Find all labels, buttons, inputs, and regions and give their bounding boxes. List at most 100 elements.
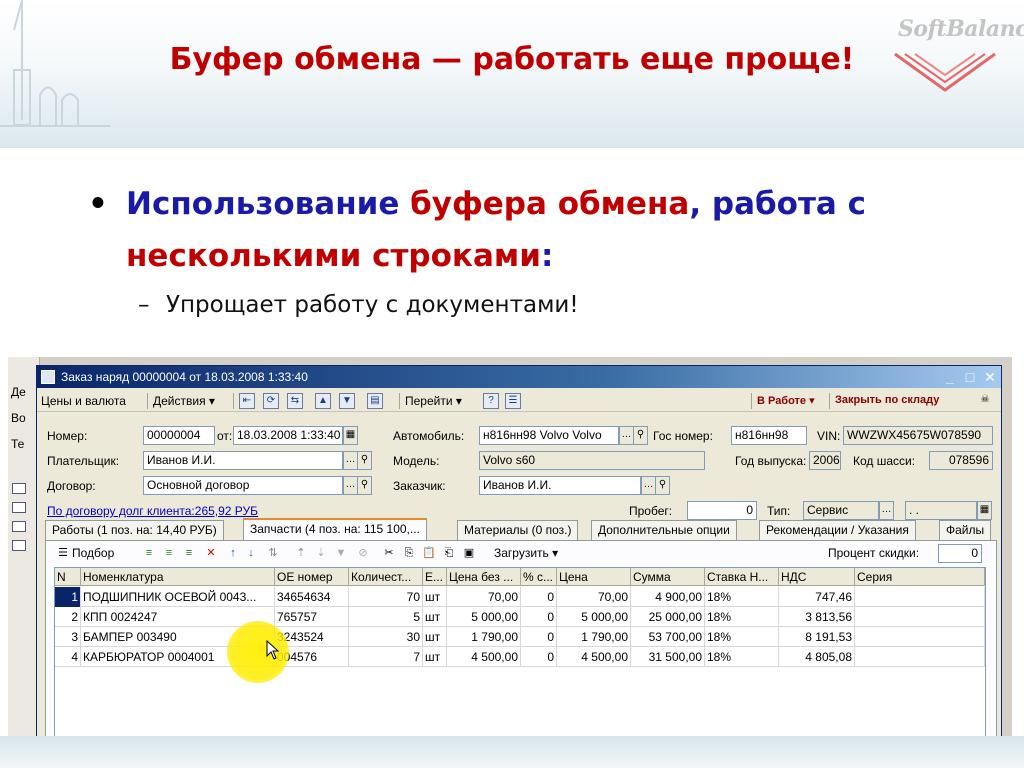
cell-price[interactable]: 5 000,00 xyxy=(557,607,631,627)
table-row[interactable]: 1 ПОДШИПНИК ОСЕВОЙ 0043... 34654634 70 шт 70,… xyxy=(55,587,985,607)
cell-series[interactable] xyxy=(855,647,985,667)
post-icon[interactable]: ▲ xyxy=(315,393,331,409)
cell-discount[interactable]: 0 xyxy=(521,627,557,647)
col-vat-rate[interactable]: Ставка Н... xyxy=(705,568,779,586)
col-series[interactable]: Серия xyxy=(855,568,985,586)
cut-icon[interactable]: ✂ xyxy=(382,546,396,560)
cell-discount[interactable]: 0 xyxy=(521,647,557,667)
select-button[interactable]: … xyxy=(879,501,894,520)
cell-vat[interactable]: 747,46 xyxy=(779,587,855,607)
tab-files[interactable]: Файлы xyxy=(939,520,992,540)
select-button[interactable]: … xyxy=(343,476,358,495)
cell-qty[interactable]: 7 xyxy=(349,647,423,667)
car-field[interactable]: н816нн98 Volvo Volvo xyxy=(479,426,619,445)
table-row[interactable]: 3 БАМПЕР 003490 3243524 30 шт 1 790,00 0 1 790,… xyxy=(55,627,985,647)
cell-vat-rate[interactable]: 18% xyxy=(705,587,779,607)
col-discount[interactable]: % с... xyxy=(521,568,557,586)
cell-vat-rate[interactable]: 18% xyxy=(705,647,779,667)
sort-asc-icon[interactable]: ⇡ xyxy=(294,546,308,560)
cell-vat[interactable]: 4 805,08 xyxy=(779,647,855,667)
edit-row-icon[interactable]: ≡ xyxy=(182,546,196,560)
cell-price-wo[interactable]: 5 000,00 xyxy=(447,607,521,627)
cell-vat[interactable]: 3 813,56 xyxy=(779,607,855,627)
cell-sum[interactable]: 53 700,00 xyxy=(631,627,705,647)
search-icon[interactable]: ⚲ xyxy=(655,476,670,495)
paste-icon[interactable]: 📋 xyxy=(422,546,436,560)
vin-field[interactable]: WWZWX45675W078590 xyxy=(843,426,993,445)
select-button[interactable]: … xyxy=(641,476,656,495)
cell-sum[interactable]: 4 900,00 xyxy=(631,587,705,607)
model-field[interactable]: Volvo s60 xyxy=(479,451,705,470)
cell-series[interactable] xyxy=(855,607,985,627)
cell-n[interactable]: 4 xyxy=(55,647,81,667)
search-icon[interactable]: ⚲ xyxy=(357,451,372,470)
gos-field[interactable]: н816нн98 xyxy=(731,426,807,445)
copy-row-icon[interactable]: ≡ xyxy=(162,546,176,560)
cell-price[interactable]: 4 500,00 xyxy=(557,647,631,667)
cell-qty[interactable]: 30 xyxy=(349,627,423,647)
cell-vat[interactable]: 8 191,53 xyxy=(779,627,855,647)
customer-field[interactable]: Иванов И.И. xyxy=(479,476,641,495)
cell-oe[interactable]: 765757 xyxy=(275,607,349,627)
search-icon[interactable]: ⚲ xyxy=(357,476,372,495)
clear-filter-icon[interactable]: ⊘ xyxy=(356,546,370,560)
cell-discount[interactable]: 0 xyxy=(521,607,557,627)
col-qty[interactable]: Количест... xyxy=(349,568,423,586)
contract-field[interactable]: Основной договор xyxy=(143,476,343,495)
table-row[interactable]: 4 КАРБЮРАТОР 0004001 004576 7 шт 4 500,00 0 4 5… xyxy=(55,647,985,667)
cell-series[interactable] xyxy=(855,587,985,607)
cell-oe[interactable]: 34654634 xyxy=(275,587,349,607)
col-n[interactable]: N xyxy=(55,568,81,586)
paste-special-icon[interactable]: ⎗ xyxy=(442,546,456,560)
status-menu[interactable]: В Работе ▾ xyxy=(757,394,815,407)
copy-icon[interactable]: ⇆ xyxy=(287,393,303,409)
prices-menu[interactable]: Цены и валюта xyxy=(41,394,126,408)
year-field[interactable]: 2006 xyxy=(809,451,841,470)
structure-icon[interactable]: ☰ xyxy=(505,393,521,409)
col-vat[interactable]: НДС xyxy=(779,568,855,586)
close-stock-button[interactable]: Закрыть по складу xyxy=(835,394,939,406)
select-button[interactable]: … xyxy=(343,451,358,470)
cell-unit[interactable]: шт xyxy=(423,587,447,607)
cell-price-wo[interactable]: 70,00 xyxy=(447,587,521,607)
tab-works[interactable]: Работы (1 поз. на: 14,40 РУБ) xyxy=(45,520,224,540)
print-icon[interactable]: ▤ xyxy=(367,393,383,409)
sort-desc-icon[interactable]: ⇣ xyxy=(314,546,328,560)
chassis-field[interactable]: 078596 xyxy=(929,451,993,470)
filter-icon[interactable]: ▼ xyxy=(334,546,348,560)
cell-price-wo[interactable]: 1 790,00 xyxy=(447,627,521,647)
move-up-icon[interactable]: ↑ xyxy=(226,546,240,560)
discount-field[interactable]: 0 xyxy=(938,544,982,563)
search-icon[interactable]: ⚲ xyxy=(633,426,648,445)
move-down-icon[interactable]: ↓ xyxy=(244,546,258,560)
add-row-icon[interactable]: ≡ xyxy=(142,546,156,560)
cell-n[interactable]: 2 xyxy=(55,607,81,627)
doc-icon[interactable] xyxy=(12,502,26,513)
close-icon[interactable]: ✕ xyxy=(981,368,999,386)
tab-materials[interactable]: Материалы (0 поз.) xyxy=(457,520,579,540)
doc-icon[interactable] xyxy=(12,483,26,494)
cell-price-wo[interactable]: 4 500,00 xyxy=(447,647,521,667)
load-menu[interactable]: Загрузить ▾ xyxy=(494,546,558,560)
new-doc-icon[interactable]: ⇤ xyxy=(239,393,255,409)
copy-icon[interactable]: ⎘ xyxy=(402,546,416,560)
cell-unit[interactable]: шт xyxy=(423,627,447,647)
cell-sum[interactable]: 31 500,00 xyxy=(631,647,705,667)
refresh-icon[interactable]: ⟳ xyxy=(263,393,279,409)
cell-qty[interactable]: 70 xyxy=(349,587,423,607)
cell-unit[interactable]: шт xyxy=(423,607,447,627)
calendar-icon[interactable]: ▦ xyxy=(977,501,992,520)
pick-button[interactable]: Подбор xyxy=(72,546,114,560)
debt-link[interactable]: По договору долг клиента:265,92 РУБ xyxy=(47,504,258,518)
sort-icon[interactable]: ⇅ xyxy=(266,546,280,560)
cell-discount[interactable]: 0 xyxy=(521,587,557,607)
maximize-icon[interactable]: □ xyxy=(961,368,979,386)
number-field[interactable]: 00000004 xyxy=(143,426,215,445)
cell-n[interactable]: 1 xyxy=(55,587,81,607)
cell-unit[interactable]: шт xyxy=(423,647,447,667)
tab-recommendations[interactable]: Рекомендации / Указания xyxy=(759,520,916,540)
calendar-icon[interactable]: ▦ xyxy=(343,426,358,445)
cell-n[interactable]: 3 xyxy=(55,627,81,647)
col-price[interactable]: Цена xyxy=(557,568,631,586)
date-field[interactable]: 18.03.2008 1:33:40 xyxy=(233,426,343,445)
